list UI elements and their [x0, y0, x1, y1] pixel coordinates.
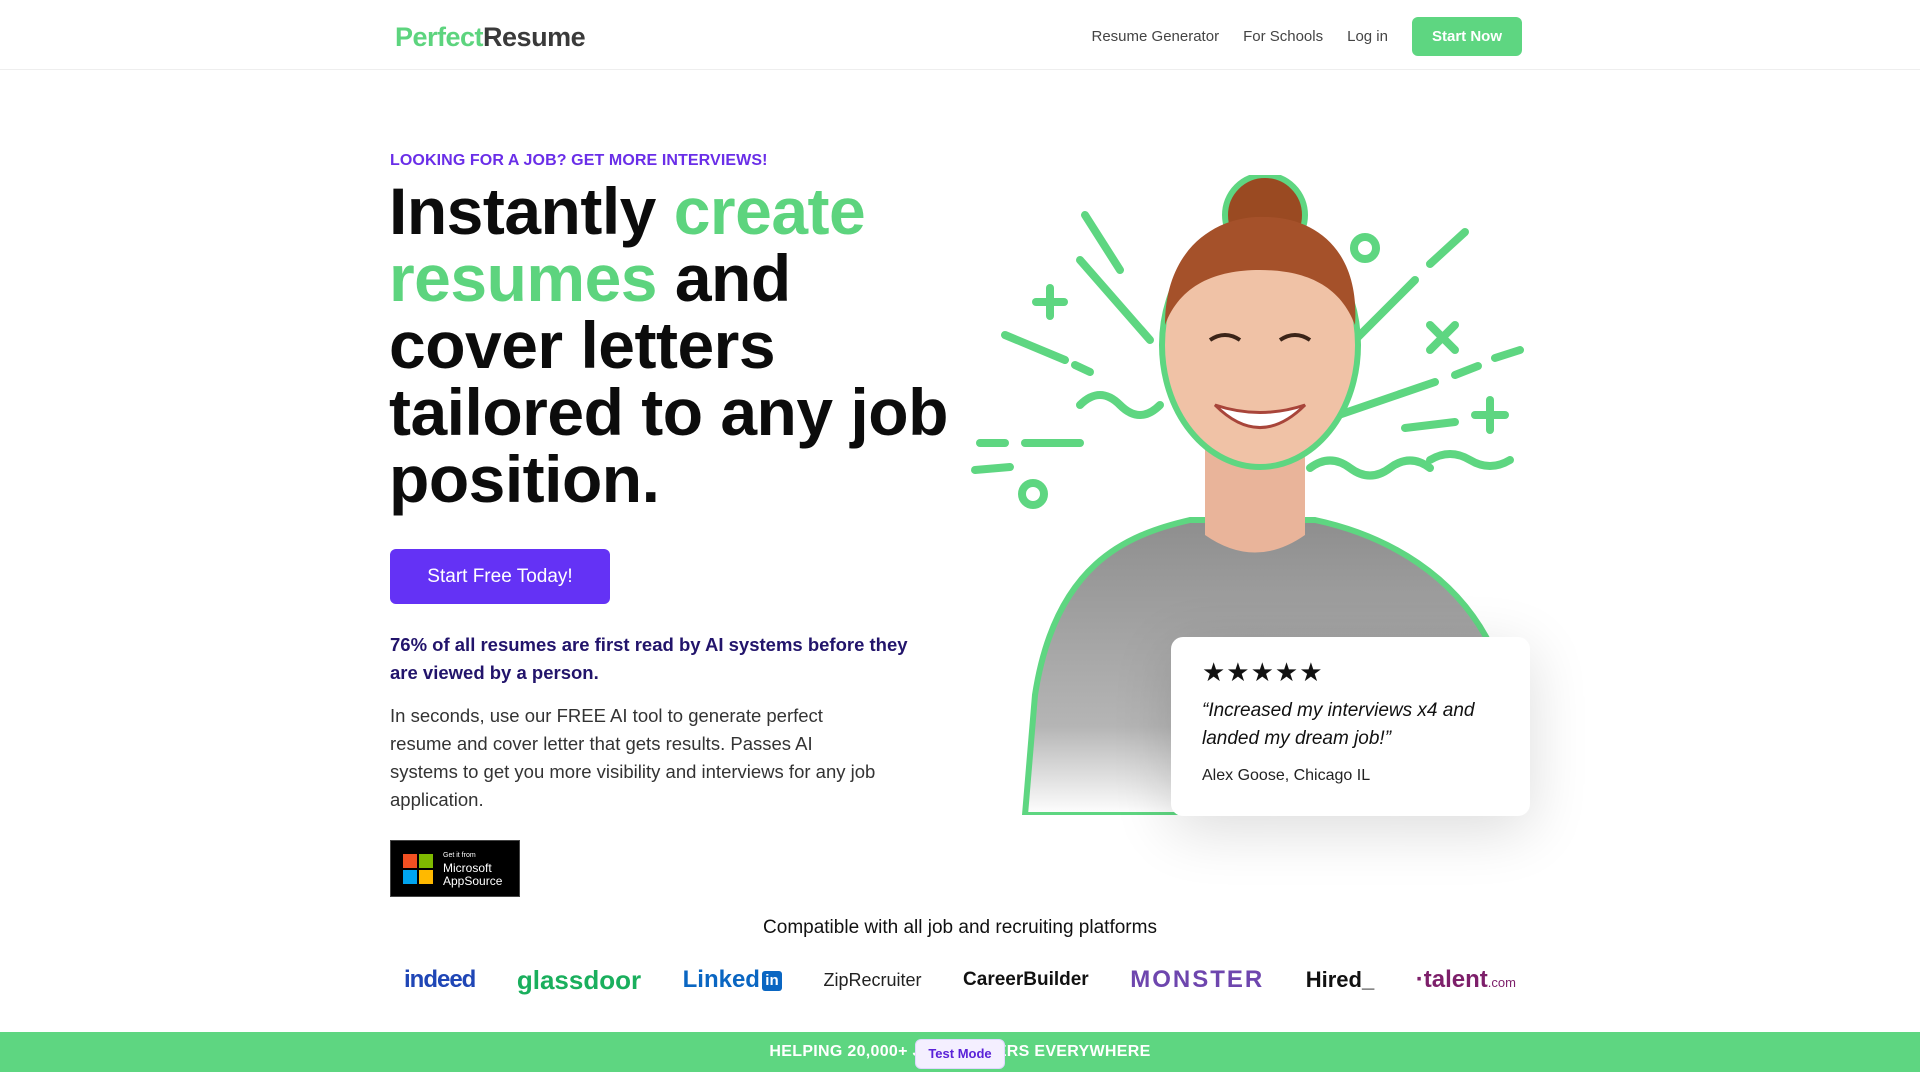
- start-now-button[interactable]: Start Now: [1411, 17, 1522, 56]
- start-free-button[interactable]: Start Free Today!: [390, 549, 610, 604]
- microsoft-appsource-badge[interactable]: Get it from Microsoft AppSource: [390, 840, 520, 897]
- hero-eyebrow: LOOKING FOR A JOB? GET MORE INTERVIEWS!: [390, 152, 768, 169]
- logo[interactable]: PerfectResume: [395, 22, 586, 53]
- badge-text: Get it from Microsoft AppSource: [443, 850, 502, 888]
- monster-logo: MONSTER: [1130, 966, 1265, 993]
- testimonial-quote: “Increased my interviews x4 and landed m…: [1202, 700, 1475, 749]
- ziprecruiter-logo: ZipRecruiter: [823, 969, 922, 990]
- nav-for-schools[interactable]: For Schools: [1243, 28, 1323, 45]
- hero-description: In seconds, use our FREE AI tool to gene…: [390, 705, 876, 810]
- badge-small-text: Get it from: [443, 851, 476, 859]
- hired-logo: Hired_: [1305, 967, 1375, 992]
- compatibility-heading: Compatible with all job and recruiting p…: [763, 917, 1157, 938]
- linkedin-logo-text: Linked: [682, 966, 760, 993]
- headline-part-1: Instantly: [389, 174, 674, 248]
- test-mode-badge[interactable]: Test Mode: [915, 1039, 1005, 1069]
- badge-line-2: AppSource: [443, 873, 503, 888]
- testimonial-card: ★★★★★ “Increased my interviews x4 and la…: [1171, 637, 1530, 816]
- nav-resume-generator[interactable]: Resume Generator: [1092, 28, 1220, 45]
- hero-stat: 76% of all resumes are first read by AI …: [390, 634, 908, 683]
- nav-login[interactable]: Log in: [1347, 28, 1388, 45]
- glassdoor-logo: glassdoor: [516, 964, 642, 995]
- talent-logo: ·talent.com: [1415, 966, 1516, 993]
- platform-logos: indeed glassdoor Linked in ZipRecruiter C…: [404, 960, 1516, 1000]
- careerbuilder-logo: CareerBuilder: [963, 969, 1089, 990]
- rating-stars-icon: ★★★★★: [1202, 657, 1324, 687]
- main-nav: Resume Generator For Schools Log in Star…: [1092, 17, 1522, 56]
- testimonial-author: Alex Goose, Chicago IL: [1202, 767, 1371, 784]
- badge-line-1: Microsoft: [443, 860, 492, 875]
- hero-headline: Instantly create resumes and cover lette…: [389, 178, 949, 513]
- talent-logo-text: ·talent: [1415, 966, 1488, 993]
- logo-part-perfect: Perfect: [395, 22, 484, 52]
- logo-part-resume: Resume: [483, 22, 586, 52]
- linkedin-logo: Linked in: [683, 966, 782, 994]
- site-header: PerfectResume Resume Generator For Schoo…: [0, 0, 1920, 70]
- indeed-logo: indeed: [404, 966, 476, 993]
- microsoft-logo-icon: [403, 853, 433, 884]
